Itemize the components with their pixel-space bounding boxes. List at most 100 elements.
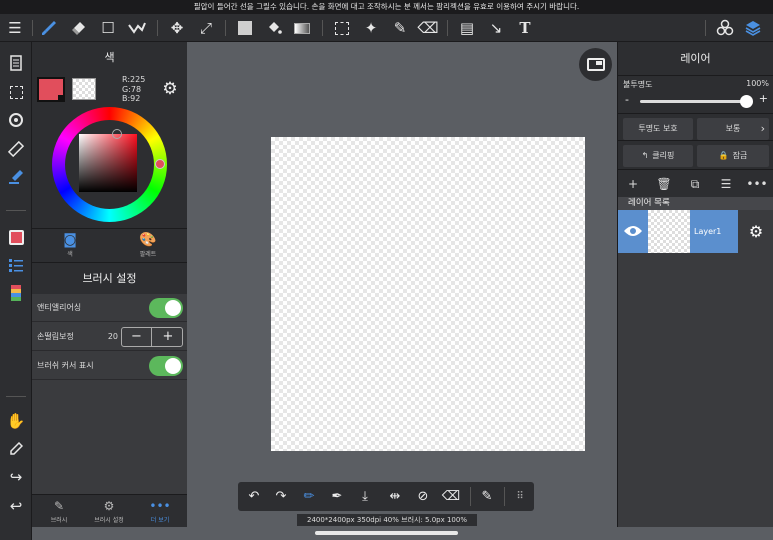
hue-wheel[interactable]: [52, 107, 167, 222]
bucket-tool-icon[interactable]: [263, 17, 285, 39]
magic-wand-icon[interactable]: ✦: [360, 17, 382, 39]
clipping-label: 클리핑: [652, 151, 675, 160]
menu-icon[interactable]: ☰: [4, 17, 26, 39]
saturation-value-square[interactable]: [79, 129, 137, 192]
stabilizer-minus-button[interactable]: −: [122, 328, 152, 346]
fullscreen-icon: [586, 58, 605, 71]
rotate-reset-icon[interactable]: ⊘: [412, 486, 434, 507]
materials-icon[interactable]: [714, 17, 736, 39]
save-download-icon[interactable]: ⤓: [354, 486, 376, 507]
color-mode-tabs: ◙ 색 🎨 팔레트: [32, 228, 187, 262]
trash-icon[interactable]: 🗑: [654, 174, 674, 194]
flip-horizontal-icon[interactable]: ⇹: [384, 486, 406, 507]
layer-thumbnail: [648, 210, 690, 253]
text-tool-icon[interactable]: T: [514, 17, 536, 39]
tab-color-label: 색: [67, 251, 73, 258]
layer-settings-gear-icon[interactable]: ⚙: [738, 210, 773, 253]
undo-icon[interactable]: ↶: [243, 486, 265, 507]
actionbar-divider: [504, 487, 505, 506]
edit-icon[interactable]: ✎: [476, 486, 498, 507]
marquee-select-icon[interactable]: [331, 17, 353, 39]
brush-list-icon[interactable]: [4, 254, 28, 276]
opacity-label: 불투명도: [623, 80, 653, 89]
sub-color-swatch[interactable]: [72, 78, 96, 100]
rectangle-tool-icon[interactable]: ☐: [97, 17, 119, 39]
sv-picker-knob[interactable]: [112, 129, 122, 139]
select-layer-move-icon[interactable]: ↘: [485, 17, 507, 39]
add-layer-icon[interactable]: +: [623, 174, 643, 194]
brush-settings-gear-icon: ⚙: [103, 499, 115, 513]
color-palette-icon[interactable]: [4, 282, 28, 304]
layer-copy-icon[interactable]: ⧉: [685, 174, 705, 194]
tab-brush-settings[interactable]: ⚙ 브러시 설정: [84, 498, 134, 526]
rotate-canvas-icon[interactable]: [4, 109, 28, 131]
tab-palette[interactable]: 🎨 팔레트: [118, 231, 178, 261]
fullscreen-button[interactable]: [579, 48, 612, 81]
opacity-minus-button[interactable]: -: [625, 93, 629, 106]
drawing-canvas[interactable]: [271, 137, 585, 451]
clear-select-icon[interactable]: ⌫: [440, 486, 462, 507]
ruler-icon[interactable]: [4, 138, 28, 160]
tab-more[interactable]: ••• 더 보기: [135, 498, 185, 526]
select-eraser-icon[interactable]: ⌫: [417, 17, 439, 39]
color-header: R:225 G:78 B:92 ⚙: [32, 74, 187, 104]
brush-settings-icon[interactable]: [4, 166, 28, 188]
fill-color-icon[interactable]: [234, 17, 256, 39]
toolbar-divider: [322, 20, 323, 36]
color-wheel-area: [32, 104, 187, 228]
toolbar-divider: [157, 20, 158, 36]
opacity-slider-knob[interactable]: [740, 95, 753, 108]
file-list-icon[interactable]: [4, 52, 28, 74]
main-color-swatch[interactable]: [37, 77, 65, 102]
toolstrip-divider: [6, 210, 26, 211]
lock-icon: 🔒: [718, 151, 729, 160]
select-pen-icon[interactable]: ✎: [389, 17, 411, 39]
eye-icon[interactable]: [622, 220, 644, 242]
layer-lock-row: ↰ 클리핑 🔒 잠금: [618, 140, 773, 171]
opacity-plus-button[interactable]: +: [759, 92, 768, 105]
hue-picker-knob[interactable]: [155, 159, 165, 169]
redo-icon[interactable]: ↷: [270, 486, 292, 507]
redo-icon[interactable]: ↪: [4, 466, 28, 488]
lock-button[interactable]: 🔒 잠금: [697, 145, 769, 167]
hand-tool-icon[interactable]: ✋: [4, 410, 28, 432]
layer-list-icon[interactable]: ☰: [716, 174, 736, 194]
toolbar-divider: [225, 20, 226, 36]
move-tool-icon[interactable]: ✥: [166, 17, 188, 39]
layer-row[interactable]: Layer1 ⚙: [618, 210, 773, 253]
more-options-icon[interactable]: •••: [746, 174, 767, 194]
eyedropper-icon[interactable]: [4, 438, 28, 460]
color-settings-gear-icon[interactable]: ⚙: [158, 78, 182, 100]
protect-alpha-button[interactable]: 투명도 보호: [623, 118, 693, 140]
color-panel-icon[interactable]: [4, 226, 28, 248]
brush-cursor-row: 브러쉬 커서 표시: [32, 352, 187, 380]
stabilizer-plus-button[interactable]: +: [153, 328, 183, 346]
layer-panel: 레이어 불투명도 100% - + 투명도 보호 보통 › ↰ 클리핑 🔒 잠금 +…: [617, 42, 773, 527]
selection-menu-icon[interactable]: [4, 81, 28, 103]
selection-tool-icon[interactable]: [126, 17, 148, 39]
gradient-tool-icon[interactable]: [291, 17, 313, 39]
layers-icon[interactable]: [742, 17, 764, 39]
brush-tool-icon[interactable]: [38, 17, 60, 39]
brush-cursor-toggle[interactable]: [149, 356, 183, 376]
tab-brush-label: 브러시: [50, 517, 68, 524]
opacity-slider[interactable]: [640, 100, 752, 103]
layer-tools: + 🗑 ⧉ ☰ •••: [618, 169, 773, 197]
blend-mode-label: 보통: [725, 124, 741, 133]
eyedropper-icon[interactable]: ✒: [326, 486, 348, 507]
antialias-label: 앤티앨리어싱: [37, 303, 82, 312]
undo-icon[interactable]: ↩: [4, 495, 28, 517]
antialias-toggle[interactable]: [149, 298, 183, 318]
brush-icon: ✎: [53, 499, 65, 513]
top-toolbar: ☰ ☐ ✥ ⤢ ✦ ✎ ⌫ ▤ ↘ T: [0, 14, 773, 42]
toolbar-divider: [32, 20, 33, 36]
comic-panel-icon[interactable]: ▤: [456, 17, 478, 39]
transform-tool-icon[interactable]: ⤢: [195, 17, 217, 39]
blend-mode-button[interactable]: 보통 ›: [697, 118, 769, 140]
tab-brush[interactable]: ✎ 브러시: [34, 498, 84, 526]
tab-color[interactable]: ◙ 색: [40, 231, 100, 261]
grip-handle-icon[interactable]: ⠿: [509, 486, 531, 507]
clipping-button[interactable]: ↰ 클리핑: [623, 145, 693, 167]
snap-pen-icon[interactable]: ✏: [298, 486, 320, 507]
eraser-tool-icon[interactable]: [68, 17, 90, 39]
